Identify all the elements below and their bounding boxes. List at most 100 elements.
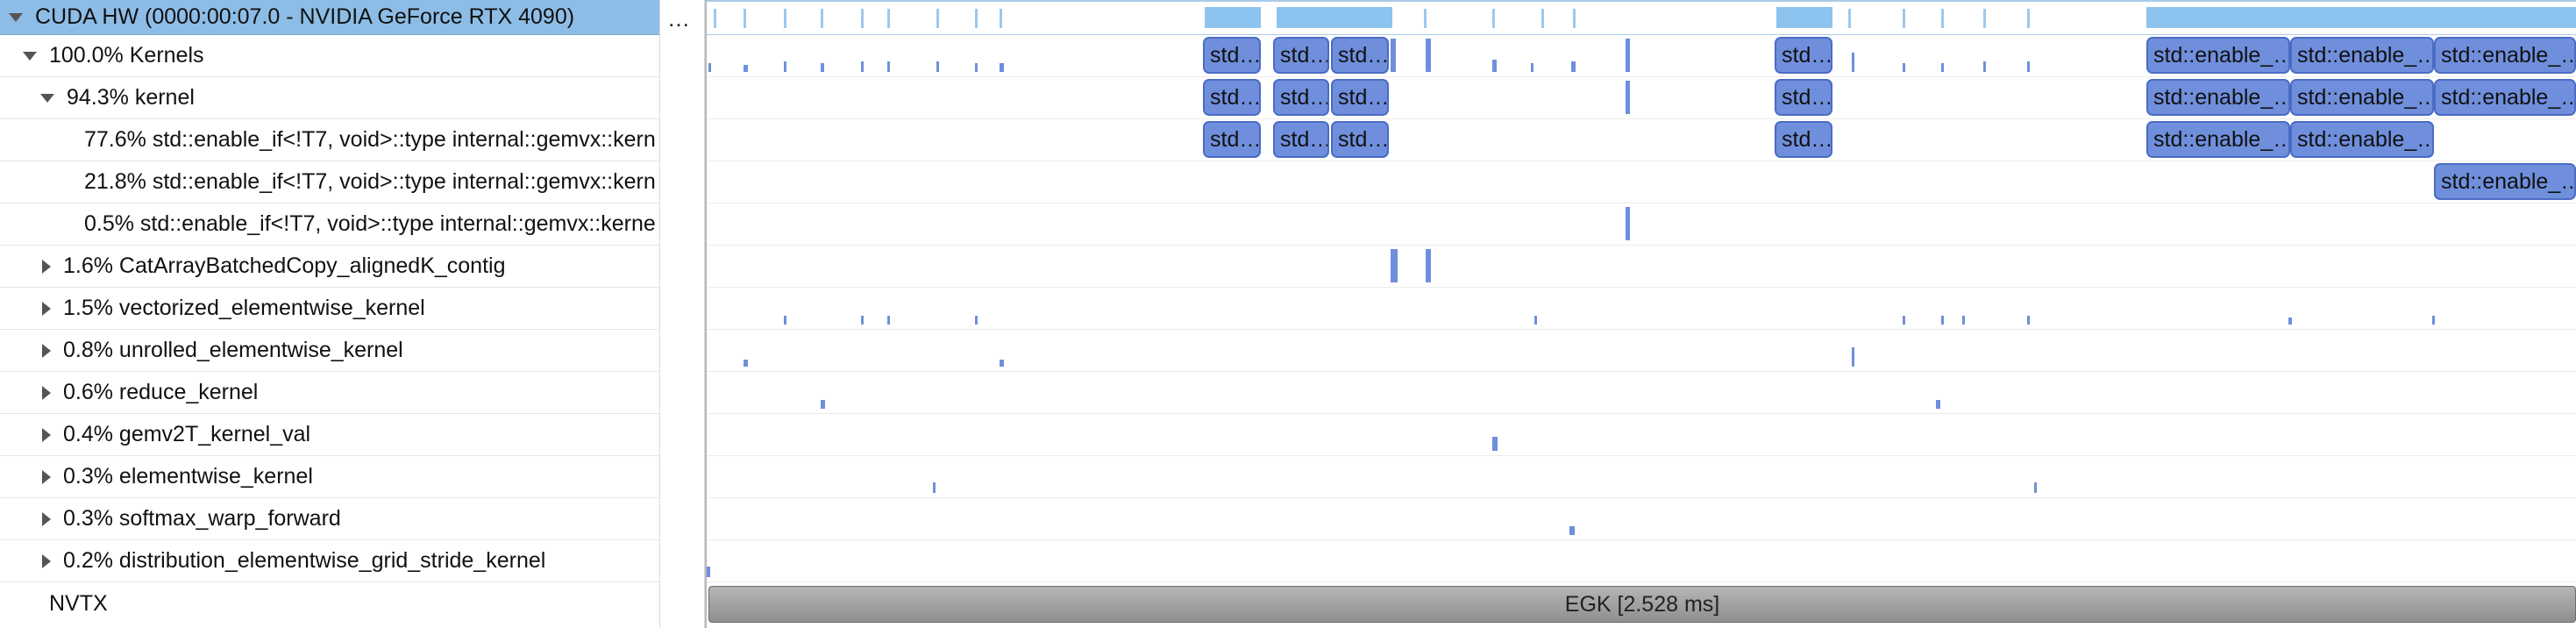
activity-tick[interactable] [936, 9, 939, 28]
kernel-tick[interactable] [1983, 61, 1986, 72]
cuda-hw-track[interactable] [707, 0, 2576, 35]
cat-array-track[interactable] [707, 246, 2576, 288]
gemv2t-track[interactable] [707, 414, 2576, 456]
kernel-tick[interactable] [1626, 39, 1630, 72]
activity-tick[interactable] [744, 9, 746, 28]
reduce-track[interactable] [707, 372, 2576, 414]
pane-splitter[interactable]: … [659, 0, 705, 628]
tree-row-elementwise[interactable]: 0.3% elementwise_kernel [0, 456, 659, 498]
kernel-tick[interactable] [784, 316, 786, 325]
kernel-block[interactable]: std… [1203, 37, 1261, 74]
expand-icon[interactable] [42, 259, 51, 274]
expand-icon[interactable] [42, 301, 51, 316]
activity-tick[interactable] [1983, 9, 1986, 28]
collapse-icon[interactable] [23, 51, 37, 61]
expand-icon[interactable] [42, 511, 51, 526]
activity-tick[interactable] [1573, 9, 1576, 28]
kernel-block[interactable]: std… [1775, 79, 1832, 116]
kernel-tick[interactable] [936, 61, 939, 72]
gemvx-3-track[interactable] [707, 203, 2576, 246]
kernel-tick[interactable] [1000, 63, 1004, 72]
activity-tick[interactable] [975, 9, 978, 28]
kernel-block[interactable]: std… [1775, 37, 1832, 74]
kernel-tick[interactable] [708, 63, 711, 72]
kernel-tick[interactable] [887, 316, 890, 325]
splitter-handle-icon[interactable]: … [667, 5, 690, 32]
tree-row-kernel[interactable]: 94.3% kernel [0, 77, 659, 119]
expand-icon[interactable] [42, 385, 51, 400]
vectorized-track[interactable] [707, 288, 2576, 330]
kernel-block[interactable]: std… [1331, 79, 1389, 116]
activity-tick[interactable] [1424, 9, 1427, 28]
activity-tick[interactable] [821, 9, 823, 28]
kernel-tick[interactable] [1492, 60, 1497, 72]
kernel-block[interactable]: std… [1203, 121, 1261, 158]
collapse-icon[interactable] [40, 93, 54, 103]
expand-icon[interactable] [42, 427, 51, 442]
elementwise-track[interactable] [707, 456, 2576, 498]
kernel-block[interactable]: std… [1273, 79, 1329, 116]
kernel-tick[interactable] [1852, 347, 1854, 367]
activity-block[interactable] [2146, 7, 2576, 28]
activity-tick[interactable] [714, 9, 716, 28]
kernel-tick[interactable] [975, 316, 978, 325]
kernel-tick[interactable] [1626, 81, 1630, 114]
activity-tick[interactable] [1000, 9, 1002, 28]
collapse-icon[interactable] [9, 12, 23, 22]
kernel-block[interactable]: std::enable_… [2434, 37, 2576, 74]
activity-tick[interactable] [1492, 9, 1495, 28]
tree-row-gemv2t[interactable]: 0.4% gemv2T_kernel_val [0, 414, 659, 456]
activity-block[interactable] [1776, 7, 1832, 28]
kernel-tick[interactable] [707, 567, 710, 577]
tree-row-kernels[interactable]: 100.0% Kernels [0, 35, 659, 77]
tree-row-reduce[interactable]: 0.6% reduce_kernel [0, 372, 659, 414]
tree-row-gemvx-2[interactable]: 21.8% std::enable_if<!T7, void>::type in… [0, 161, 659, 203]
kernel-tick[interactable] [2027, 316, 2030, 325]
kernel-block[interactable]: std… [1273, 37, 1329, 74]
kernel-tick[interactable] [744, 360, 748, 367]
kernel-tick[interactable] [887, 61, 890, 72]
activity-tick[interactable] [1941, 9, 1944, 28]
kernel-block[interactable]: std::enable_… [2146, 121, 2290, 158]
kernel-tick[interactable] [1534, 316, 1537, 325]
activity-tick[interactable] [861, 9, 864, 28]
kernel-tick[interactable] [1391, 249, 1398, 282]
kernel-tick[interactable] [1903, 316, 1905, 325]
kernel-tick[interactable] [2432, 316, 2435, 325]
kernel-tick[interactable] [1626, 207, 1630, 240]
tree-row-softmax[interactable]: 0.3% softmax_warp_forward [0, 498, 659, 540]
tree-row-cat-array[interactable]: 1.6% CatArrayBatchedCopy_alignedK_contig [0, 246, 659, 288]
kernel-tick[interactable] [1941, 316, 1944, 325]
kernel-block[interactable]: std… [1273, 121, 1329, 158]
kernel-block[interactable]: std::enable_… [2290, 37, 2434, 74]
kernel-track[interactable]: std… std… std… std… std::enable_… std::e… [707, 77, 2576, 119]
kernel-tick[interactable] [2027, 61, 2030, 72]
tree-row-vectorized[interactable]: 1.5% vectorized_elementwise_kernel [0, 288, 659, 330]
kernel-tick[interactable] [1571, 61, 1576, 72]
activity-tick[interactable] [1903, 9, 1905, 28]
expand-icon[interactable] [42, 469, 51, 484]
kernel-block[interactable]: std… [1203, 79, 1261, 116]
gemvx-2-track[interactable]: std::enable_… [707, 161, 2576, 203]
nvtx-range-bar[interactable]: EGK [2.528 ms] [708, 586, 2576, 623]
gemvx-1-track[interactable]: std… std… std… std… std::enable_… std::e… [707, 119, 2576, 161]
kernel-tick[interactable] [933, 482, 936, 493]
kernel-tick[interactable] [1426, 39, 1431, 72]
kernel-block[interactable]: std::enable_… [2146, 79, 2290, 116]
tree-row-nvtx[interactable]: NVTX [0, 582, 659, 624]
kernel-tick[interactable] [821, 400, 825, 409]
kernel-tick[interactable] [1903, 63, 1905, 72]
kernel-tick[interactable] [2034, 482, 2037, 493]
activity-block[interactable] [1277, 7, 1392, 28]
activity-tick[interactable] [1848, 9, 1851, 28]
softmax-track[interactable] [707, 498, 2576, 540]
kernel-block[interactable]: std… [1331, 37, 1389, 74]
kernel-tick[interactable] [1492, 437, 1498, 451]
kernel-tick[interactable] [2288, 318, 2292, 325]
unrolled-track[interactable] [707, 330, 2576, 372]
tree-row-gemvx-1[interactable]: 77.6% std::enable_if<!T7, void>::type in… [0, 119, 659, 161]
activity-tick[interactable] [1541, 9, 1544, 28]
kernel-block[interactable]: std::enable_… [2434, 163, 2576, 200]
distribution-track[interactable] [707, 540, 2576, 582]
activity-tick[interactable] [887, 9, 890, 28]
